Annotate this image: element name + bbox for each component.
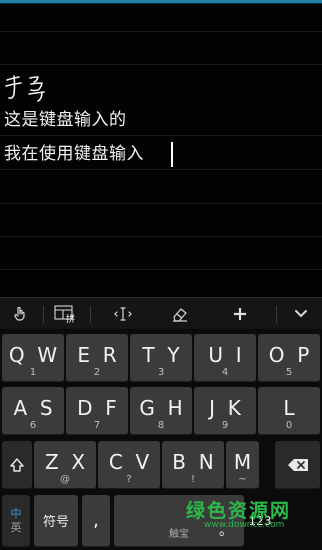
comma-key[interactable]: , (82, 495, 110, 547)
period-label: 。 (219, 523, 233, 539)
handwritten-text: 手写 (5, 75, 45, 102)
language-switch-key[interactable]: 中 英 (2, 495, 30, 547)
key-jk[interactable]: J K 9 (194, 387, 256, 435)
ruled-line (0, 135, 322, 136)
key-gh[interactable]: G H 8 (130, 387, 192, 435)
toolbar-divider (276, 306, 277, 323)
ruled-line (0, 236, 322, 237)
backspace-icon (287, 458, 308, 471)
key-cv[interactable]: C V ? (98, 441, 160, 489)
eraser-icon[interactable] (160, 298, 200, 330)
key-zx[interactable]: Z X @ (34, 441, 96, 489)
shift-key[interactable] (2, 441, 32, 489)
typed-text-line: 我在使用键盘输入 (4, 144, 144, 164)
symbols-key[interactable]: 符号 (34, 495, 78, 547)
typed-text-line: 这是键盘输入的 (4, 110, 127, 130)
lang-english-label: 英 (10, 520, 22, 534)
symbols-label: 符号 (42, 515, 69, 530)
numbers-key[interactable]: 123 (243, 495, 277, 547)
key-bn[interactable]: B N ! (162, 441, 224, 489)
key-ui[interactable]: U I 4 (194, 334, 256, 382)
ruled-line (0, 203, 322, 204)
key-m[interactable]: M ~ (226, 441, 259, 489)
cursor-move-icon[interactable] (103, 298, 143, 330)
soft-keyboard: Q W 1 E R 2 T Y 3 U I 4 O P 5 A S 6 D F … (0, 329, 322, 550)
ruled-line (0, 64, 322, 65)
text-cursor (171, 142, 173, 167)
key-er[interactable]: E R 2 (66, 334, 128, 382)
ruled-line (0, 31, 322, 32)
period-key[interactable]: 。 (211, 495, 241, 547)
pinyin-grid-icon[interactable]: 拼 (46, 298, 86, 330)
backspace-key[interactable] (275, 441, 320, 489)
key-as[interactable]: A S 6 (2, 387, 64, 435)
lang-chinese-label: 中 (10, 506, 22, 520)
keyboard-toolbar: 拼 (0, 297, 322, 329)
svg-text:拼: 拼 (66, 313, 75, 323)
ruled-line (0, 169, 322, 170)
key-df[interactable]: D F 7 (66, 387, 128, 435)
space-label: 触宝 (169, 529, 189, 540)
key-l[interactable]: L 0 (258, 387, 320, 435)
numbers-label: 123 (248, 514, 272, 528)
shift-icon (10, 457, 24, 472)
chevron-down-icon[interactable] (282, 298, 320, 330)
comma-label: , (93, 510, 99, 531)
ruled-line (0, 269, 322, 270)
key-ty[interactable]: T Y 3 (130, 334, 192, 382)
key-qw[interactable]: Q W 1 (2, 334, 64, 382)
hand-pointer-icon[interactable] (0, 298, 40, 330)
toolbar-divider (90, 306, 91, 323)
plus-icon[interactable] (220, 298, 260, 330)
toolbar-divider (43, 306, 44, 323)
key-op[interactable]: O P 5 (258, 334, 320, 382)
